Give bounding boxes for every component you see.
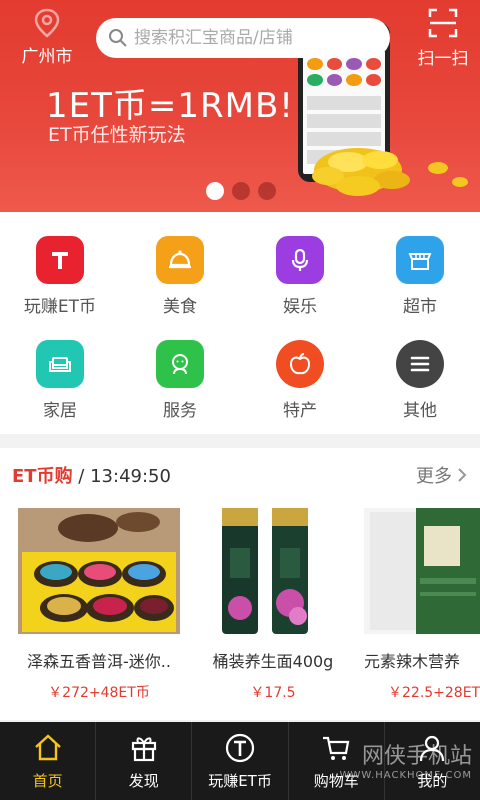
watermark: 网侠手机站 WWW.HACKHOME.COM xyxy=(340,738,472,781)
product-name: 元素辣木营养 xyxy=(364,652,461,671)
category-grid: 玩赚ET币 美食 娱乐 超市 家居 服务 特产 其他 xyxy=(0,212,480,434)
search-icon xyxy=(109,29,127,47)
product-card[interactable]: 桶装养生面400g ￥17.5 xyxy=(192,508,354,702)
chevron-right-icon xyxy=(458,468,467,482)
sofa-icon xyxy=(36,340,84,388)
pagination-dot[interactable] xyxy=(206,182,224,200)
product-price: ￥22.5+28ET xyxy=(388,685,480,701)
category-label: 特产 xyxy=(283,401,317,421)
store-icon xyxy=(396,236,444,284)
category-supermarket[interactable]: 超市 xyxy=(370,236,470,317)
person-icon xyxy=(156,340,204,388)
product-price: ￥17.5 xyxy=(250,685,296,701)
tab-label: 首页 xyxy=(32,772,63,790)
search-input[interactable] xyxy=(134,28,374,48)
scan-button[interactable]: 扫一扫 xyxy=(410,8,476,69)
t-coin-icon xyxy=(225,733,255,763)
watermark-url: WWW.HACKHOME.COM xyxy=(339,770,472,781)
product-image-tea-set xyxy=(18,508,180,634)
scan-label: 扫一扫 xyxy=(417,49,469,69)
scan-icon xyxy=(428,8,458,38)
search-bar[interactable] xyxy=(96,18,390,58)
gold-coins-illustration xyxy=(312,148,468,196)
category-entertainment[interactable]: 娱乐 xyxy=(250,236,350,317)
category-label: 美食 xyxy=(163,297,197,317)
category-label: 服务 xyxy=(163,401,197,421)
section-title-label: ET币购 xyxy=(12,466,73,487)
product-name: 泽森五香普洱-迷你.. xyxy=(27,652,171,671)
tab-home[interactable]: 首页 xyxy=(0,722,97,800)
et-coin-purchase-section: ET币购 / 13:49:50 更多 泽森五香普洱-迷你.. ￥272+48ET… xyxy=(0,448,480,720)
food-cloche-icon xyxy=(156,236,204,284)
category-label: 娱乐 xyxy=(283,297,317,317)
tab-earn-et[interactable]: 玩赚ET币 xyxy=(192,722,289,800)
category-other[interactable]: 其他 xyxy=(370,340,470,421)
category-home[interactable]: 家居 xyxy=(10,340,110,421)
more-link[interactable]: 更多 xyxy=(416,462,468,488)
tab-label: 玩赚ET币 xyxy=(208,772,272,790)
category-label: 玩赚ET币 xyxy=(23,297,97,317)
countdown-time: 13:49:50 xyxy=(90,466,171,487)
pagination-dot[interactable] xyxy=(258,182,276,200)
product-name: 桶装养生面400g xyxy=(212,652,334,671)
tab-discover[interactable]: 发现 xyxy=(96,722,193,800)
city-label: 广州市 xyxy=(21,47,73,67)
t-letter-icon xyxy=(36,236,84,284)
category-specialty[interactable]: 特产 xyxy=(250,340,350,421)
product-price: ￥272+48ET币 xyxy=(48,685,150,701)
category-food[interactable]: 美食 xyxy=(130,236,230,317)
menu-icon xyxy=(396,340,444,388)
product-card[interactable]: 元素辣木营养 ￥22.5+28ET xyxy=(364,508,480,702)
category-label: 超市 xyxy=(403,297,437,317)
category-earn-et[interactable]: 玩赚ET币 xyxy=(10,236,110,317)
microphone-icon xyxy=(276,236,324,284)
category-label: 其他 xyxy=(403,401,437,421)
gift-icon xyxy=(131,737,156,762)
home-icon xyxy=(34,734,61,761)
banner-subline: ET币任性新玩法 xyxy=(48,124,186,146)
watermark-text: 网侠手机站 xyxy=(361,744,472,769)
apple-icon xyxy=(276,340,324,388)
location-pin-icon xyxy=(34,8,60,38)
pagination-dot[interactable] xyxy=(232,182,250,200)
section-title: ET币购 / 13:49:50 xyxy=(12,462,171,488)
category-services[interactable]: 服务 xyxy=(130,340,230,421)
product-card[interactable]: 泽森五香普洱-迷你.. ￥272+48ET币 xyxy=(18,508,180,702)
tab-label: 发现 xyxy=(128,772,159,790)
promo-banner[interactable]: 1ET币=1RMB! ET币任性新玩法 广州市 搜索积汇宝商品/店铺 扫一扫 xyxy=(0,0,480,212)
section-separator: / xyxy=(72,466,91,487)
more-label: 更多 xyxy=(416,466,452,487)
product-image-noodle-tubes xyxy=(192,508,354,634)
product-image-moringa-box xyxy=(364,508,480,634)
category-label: 家居 xyxy=(43,401,77,421)
banner-pagination[interactable] xyxy=(206,182,276,200)
city-selector[interactable]: 广州市 xyxy=(14,8,80,67)
